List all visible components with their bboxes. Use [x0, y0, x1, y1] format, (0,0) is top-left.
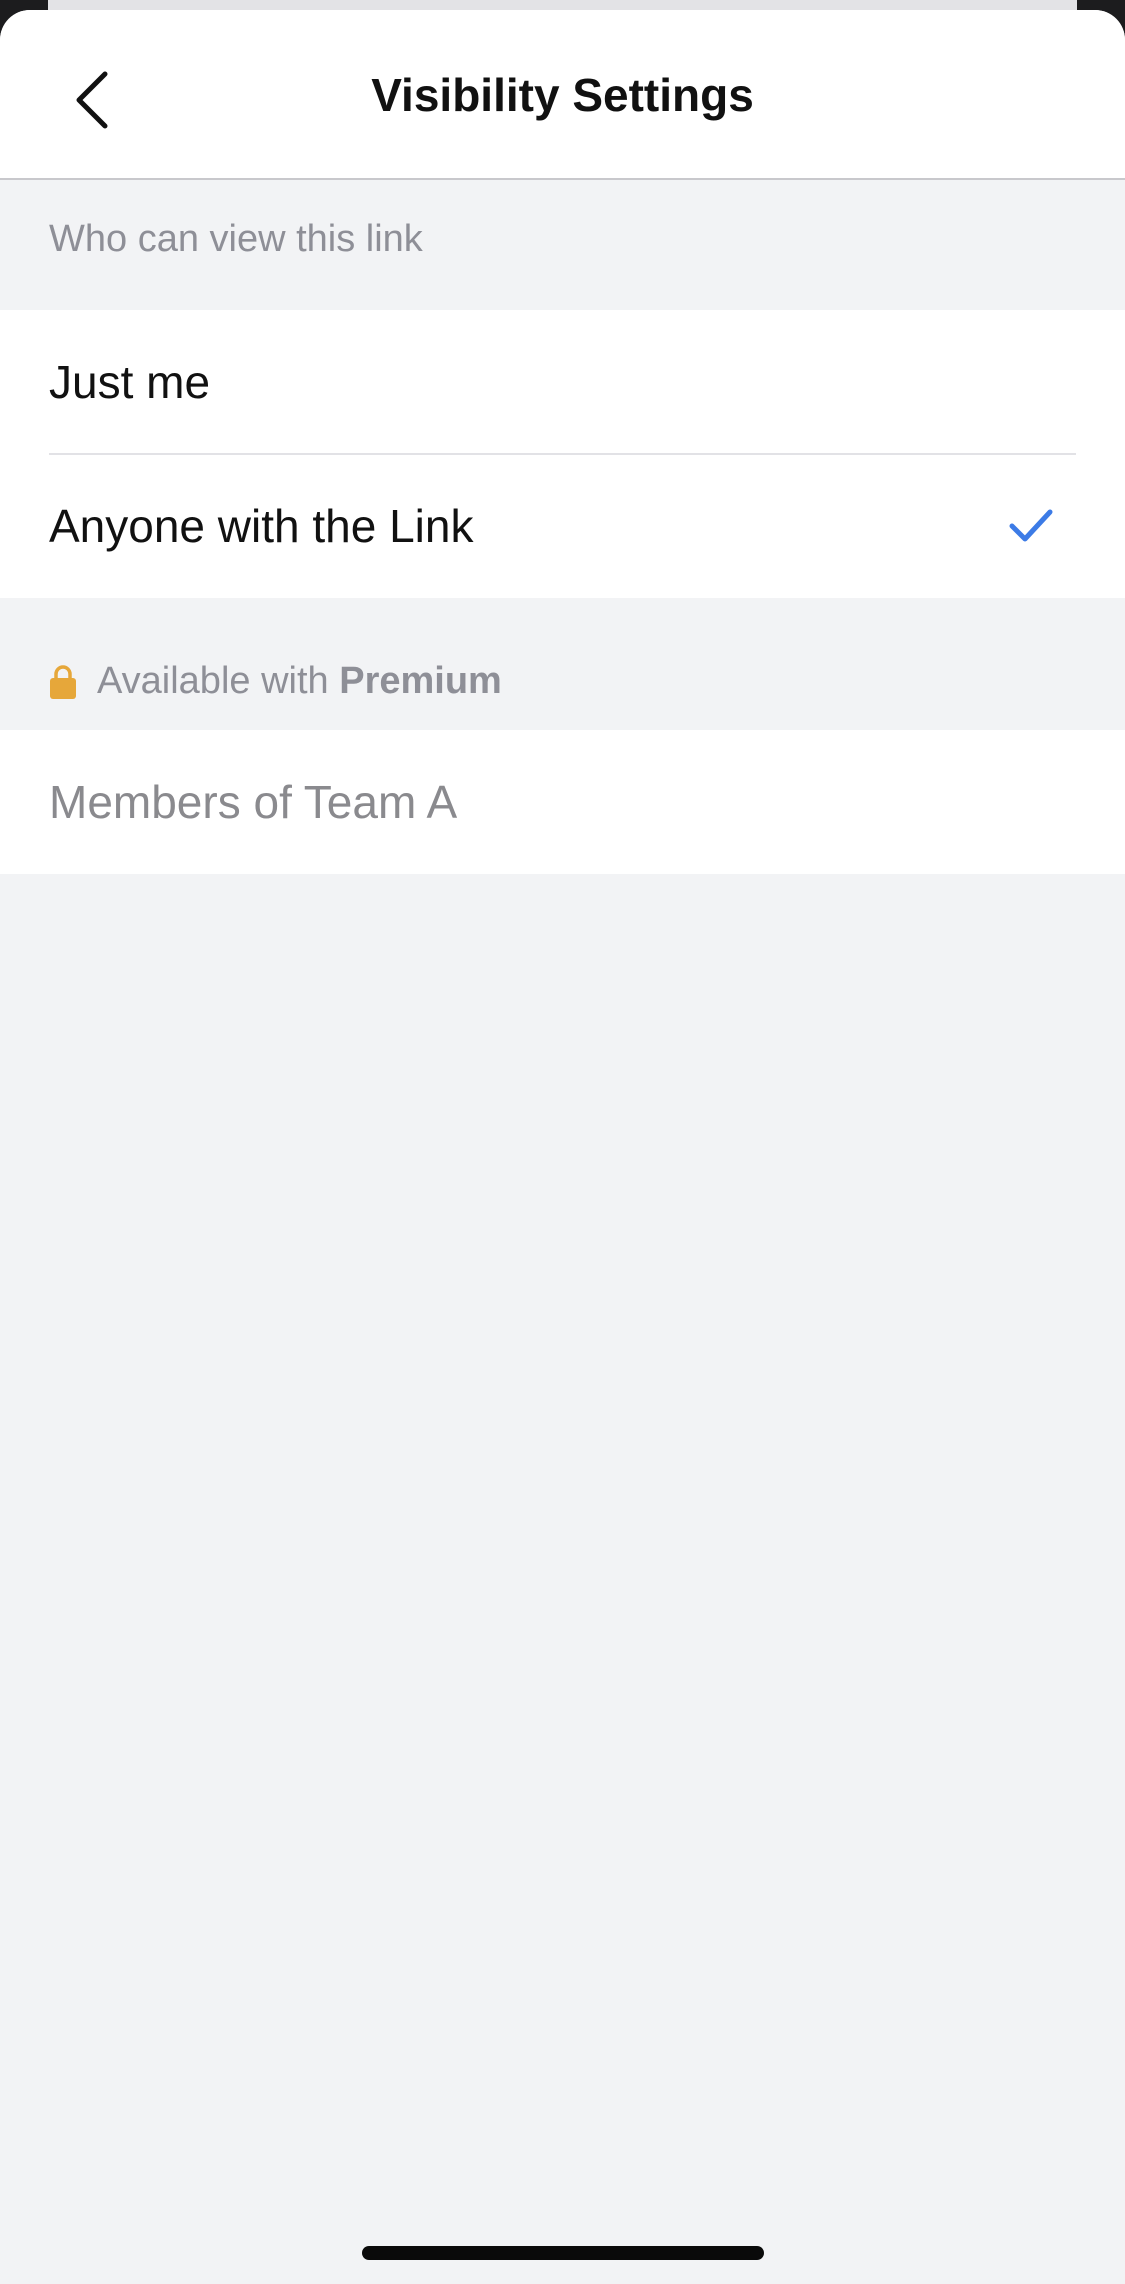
option-just-me[interactable]: Just me: [0, 310, 1125, 455]
lock-icon: [50, 664, 76, 699]
option-members-of-team-a[interactable]: Members of Team A: [0, 730, 1125, 874]
section-header-who-can-view: Who can view this link: [49, 218, 423, 260]
option-anyone-with-link[interactable]: Anyone with the Link: [0, 454, 1125, 598]
option-label: Members of Team A: [49, 776, 458, 828]
premium-plan-name: Premium: [339, 660, 502, 702]
home-indicator: [362, 2246, 764, 2260]
page-title: Visibility Settings: [371, 69, 754, 121]
visibility-settings-sheet: Visibility Settings Who can view this li…: [0, 10, 1125, 2284]
navigation-bar: Visibility Settings: [0, 10, 1125, 180]
checkmark-icon: [1009, 509, 1053, 542]
premium-prefix-text: Available with: [97, 660, 329, 702]
option-label: Just me: [49, 356, 211, 408]
premium-section-header: Available with Premium: [49, 660, 502, 703]
option-label: Anyone with the Link: [49, 500, 474, 552]
premium-options-group: Members of Team A: [0, 730, 1125, 874]
visibility-options-group: Just me Anyone with the Link: [0, 310, 1125, 598]
